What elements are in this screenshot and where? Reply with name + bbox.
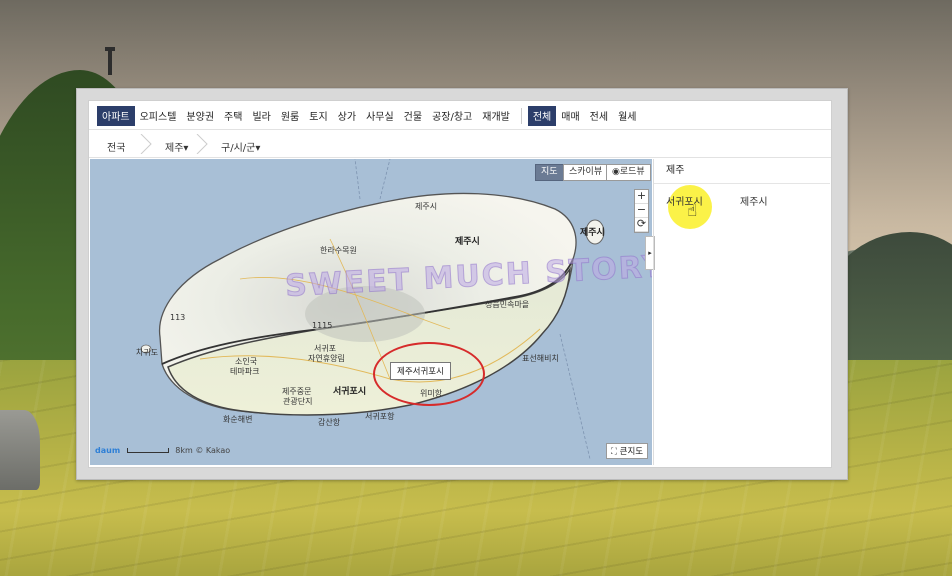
tab-redevelopment[interactable]: 재개발	[477, 106, 515, 126]
reset-view-button[interactable]: ⟳	[635, 218, 648, 232]
daum-logo: daum	[95, 446, 121, 455]
ferry-route	[354, 159, 361, 200]
map-scale: daum 8km © Kakao	[95, 446, 230, 455]
tab-villa[interactable]: 빌라	[247, 106, 275, 126]
map-label-seogwipo-port: 서귀포항	[365, 412, 395, 421]
region-list-panel: 제주 서귀포시 제주시 ☝	[653, 159, 830, 465]
ferry-route	[379, 159, 391, 200]
breadcrumb-district-select[interactable]: 구/시/군▾	[221, 139, 260, 154]
tab-deal-all[interactable]: 전체	[527, 106, 557, 126]
map-label-jeju-si: 제주시	[455, 237, 480, 247]
scale-label: 8km	[175, 446, 193, 455]
background-rock	[0, 410, 40, 490]
map-label-gamsan: 감산항	[318, 418, 341, 427]
map-view[interactable]: SWEET MUCH STORY 제주시 제주시 제주시 한라수목원 성읍민속마…	[90, 159, 652, 465]
tab-building[interactable]: 건물	[399, 106, 427, 126]
map-label-jeju-si-east: 제주시	[580, 228, 605, 238]
map-label-folk-village: 성읍민속마을	[485, 300, 530, 309]
hand-cursor-icon: ☝	[687, 201, 698, 221]
map-label-jeju-si-north: 제주시	[415, 202, 438, 211]
tab-apartment[interactable]: 아파트	[97, 106, 135, 126]
region-item-jeju[interactable]: 제주시	[740, 193, 768, 208]
breadcrumb: 전국 제주▾ 구/시/군▾	[89, 131, 831, 158]
map-widget-window: 아파트 오피스텔 분양권 주택 빌라 원룸 토지 상가 사무실 건물 공장/창고…	[76, 88, 848, 480]
zoom-control: + − ⟳	[634, 189, 649, 233]
chevron-right-icon	[196, 134, 208, 154]
tab-land[interactable]: 토지	[304, 106, 332, 126]
map-mode-map-button[interactable]: 지도	[535, 164, 564, 181]
tab-store[interactable]: 상가	[333, 106, 361, 126]
background-tower	[105, 47, 115, 75]
breadcrumb-country[interactable]: 전국	[107, 139, 125, 154]
map-callout-seogwipo[interactable]: 제주서귀포시	[390, 362, 451, 380]
big-map-button[interactable]: ⛶ 큰지도	[606, 443, 649, 459]
map-label-chagwido: 차귀도	[136, 348, 159, 357]
category-tabs: 아파트 오피스텔 분양권 주택 빌라 원룸 토지 상가 사무실 건물 공장/창고…	[97, 106, 641, 126]
map-label-hallasan: 한라수목원	[320, 246, 357, 255]
map-copyright: © Kakao	[195, 446, 231, 455]
deal-tabs: 전체 매매 전세 월세	[527, 106, 642, 126]
category-bar: 아파트 오피스텔 분양권 주택 빌라 원룸 토지 상가 사무실 건물 공장/창고…	[89, 101, 831, 130]
map-widget-panel: 아파트 오피스텔 분양권 주택 빌라 원룸 토지 상가 사무실 건물 공장/창고…	[88, 100, 832, 468]
zoom-in-button[interactable]: +	[635, 190, 648, 204]
tab-factory[interactable]: 공장/창고	[427, 106, 477, 126]
map-mode-roadview-button[interactable]: ◉로드뷰	[606, 164, 651, 181]
map-label-route-1115: 1115	[312, 321, 333, 330]
map-label-route-113: 113	[170, 313, 186, 322]
tab-house[interactable]: 주택	[219, 106, 247, 126]
map-label-theme-park: 테마파크	[230, 367, 260, 376]
tab-divider	[520, 108, 522, 124]
map-label-seogwipo-si: 서귀포시	[333, 387, 367, 397]
map-mode-skyview-button[interactable]: 스카이뷰	[563, 164, 609, 181]
breadcrumb-province[interactable]: 제주▾	[165, 139, 188, 154]
map-label-pyoseon: 표선해비치	[522, 354, 559, 363]
tab-deal-sale[interactable]: 매매	[556, 106, 584, 126]
map-label-resort: 관광단지	[283, 397, 313, 406]
region-list-title: 제주	[654, 159, 830, 184]
map-label-nature-forest: 자연휴양림	[308, 354, 345, 363]
ferry-route	[559, 333, 591, 460]
chevron-right-icon	[140, 134, 152, 154]
tab-deal-jeonse[interactable]: 전세	[585, 106, 613, 126]
tab-office[interactable]: 사무실	[361, 106, 399, 126]
tab-deal-monthly[interactable]: 월세	[613, 106, 641, 126]
tab-presale[interactable]: 분양권	[181, 106, 219, 126]
tab-officetel[interactable]: 오피스텔	[135, 106, 182, 126]
map-label-hwasun: 화순해변	[223, 415, 253, 424]
zoom-out-button[interactable]: −	[635, 204, 648, 218]
tab-oneroom[interactable]: 원룸	[276, 106, 304, 126]
